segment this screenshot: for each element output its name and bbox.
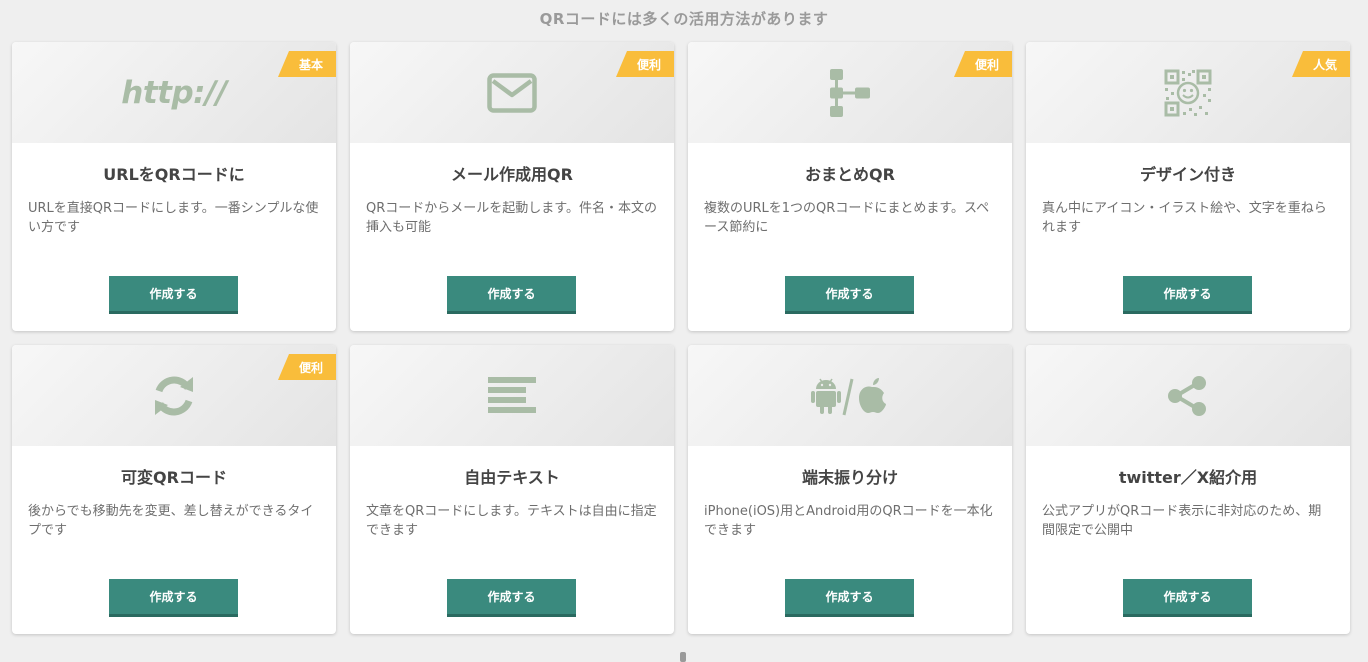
card-header	[350, 345, 674, 446]
card-header: 便利	[350, 42, 674, 143]
card-description: URLを直接QRコードにします。一番シンプルな使い方です	[28, 201, 319, 235]
scroll-indicator	[680, 652, 686, 662]
card-header: 人気	[1026, 42, 1350, 143]
envelope-icon	[487, 72, 537, 113]
badge: 基本	[278, 51, 336, 77]
create-button[interactable]: 作成する	[447, 579, 576, 617]
badge: 便利	[954, 51, 1012, 77]
http-text-icon: http://	[121, 74, 227, 111]
create-button[interactable]: 作成する	[109, 276, 238, 314]
card-free-text[interactable]: 自由テキスト 文章をQRコードにします。テキストは自由に指定できます 作成する	[350, 345, 674, 634]
card-title: メール作成用QR	[451, 165, 573, 184]
share-icon	[1166, 374, 1210, 418]
card-description: 公式アプリがQRコード表示に非対応のため、期間限定で公開中	[1042, 504, 1322, 538]
feature-grid: http:// 基本 URLをQRコードに URLを直接QRコードにします。一番…	[12, 42, 1350, 634]
card-header: 便利	[688, 42, 1012, 143]
card-header: http:// 基本	[12, 42, 336, 143]
card-url-qr[interactable]: http:// 基本 URLをQRコードに URLを直接QRコードにします。一番…	[12, 42, 336, 331]
create-button[interactable]: 作成する	[1123, 579, 1252, 617]
create-button[interactable]: 作成する	[109, 579, 238, 617]
refresh-icon	[152, 374, 196, 418]
card-title: 可変QRコード	[121, 468, 227, 487]
card-mail-qr[interactable]: 便利 メール作成用QR QRコードからメールを起動します。件名・本文の挿入も可能…	[350, 42, 674, 331]
card-description: iPhone(iOS)用とAndroid用のQRコードを一本化できます	[704, 504, 993, 538]
qr-smiley-icon	[1163, 68, 1213, 118]
card-device-split[interactable]: 端末振り分け iPhone(iOS)用とAndroid用のQRコードを一本化でき…	[688, 345, 1012, 634]
card-header	[688, 345, 1012, 446]
card-design-qr[interactable]: 人気 デザイン付き 真ん中にアイコン・イラスト絵や、文字を重ねられます 作成する	[1026, 42, 1350, 331]
badge: 便利	[278, 354, 336, 380]
card-description: 真ん中にアイコン・イラスト絵や、文字を重ねられます	[1042, 201, 1327, 235]
card-description: 後からでも移動先を変更、差し替えができるタイプです	[28, 504, 314, 538]
card-title: 自由テキスト	[464, 468, 560, 487]
card-title: URLをQRコードに	[103, 165, 245, 184]
android-apple-icon	[810, 375, 890, 417]
create-button[interactable]: 作成する	[447, 276, 576, 314]
card-dynamic-qr[interactable]: 便利 可変QRコード 後からでも移動先を変更、差し替えができるタイプです 作成す…	[12, 345, 336, 634]
badge: 人気	[1292, 51, 1350, 77]
card-header: 便利	[12, 345, 336, 446]
align-left-icon	[487, 376, 537, 416]
card-title: おまとめQR	[805, 165, 895, 184]
card-title: デザイン付き	[1139, 165, 1236, 184]
badge: 便利	[616, 51, 674, 77]
create-button[interactable]: 作成する	[785, 579, 914, 617]
card-twitter-x[interactable]: twitter／X紹介用 公式アプリがQRコード表示に非対応のため、期間限定で公…	[1026, 345, 1350, 634]
create-button[interactable]: 作成する	[785, 276, 914, 314]
card-description: 文章をQRコードにします。テキストは自由に指定できます	[366, 504, 657, 538]
page-heading: QRコードには多くの活用方法があります	[539, 10, 829, 28]
card-description: QRコードからメールを起動します。件名・本文の挿入も可能	[366, 201, 657, 235]
sitemap-icon	[828, 68, 872, 118]
card-title: twitter／X紹介用	[1118, 468, 1258, 487]
card-title: 端末振り分け	[801, 468, 898, 487]
card-header	[1026, 345, 1350, 446]
create-button[interactable]: 作成する	[1123, 276, 1252, 314]
card-description: 複数のURLを1つのQRコードにまとめます。スペース節約に	[704, 201, 990, 235]
card-bundle-qr[interactable]: 便利 おまとめQR 複数のURLを1つのQRコードにまとめます。スペース節約に …	[688, 42, 1012, 331]
